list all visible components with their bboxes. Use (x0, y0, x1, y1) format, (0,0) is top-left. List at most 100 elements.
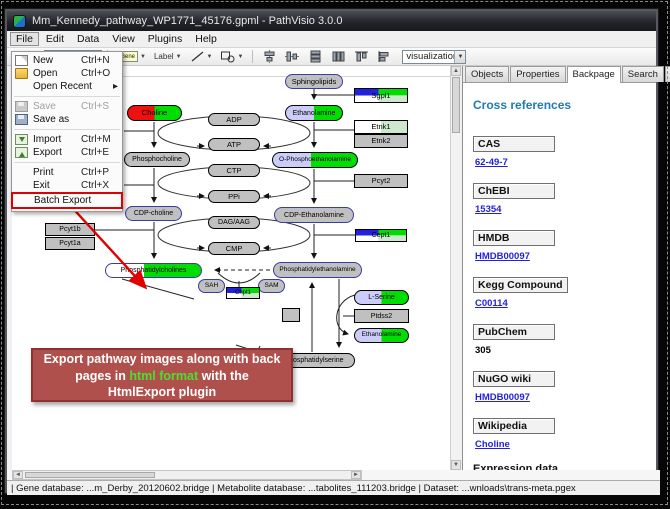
stack-horizontal-icon (331, 50, 346, 63)
crossref-section-chebi: ChEBI15354 (473, 181, 646, 215)
menubar-item-edit[interactable]: Edit (40, 32, 70, 46)
menu-item-exit[interactable]: ExitCtrl+X (12, 179, 122, 192)
node-pcyt2[interactable]: Pcyt2 (354, 174, 408, 188)
canvas-horizontal-scrollbar[interactable]: ◄ ► (12, 470, 362, 480)
node-etnk1[interactable]: Etnk1 (354, 120, 408, 134)
node-hidden-gene-box[interactable] (282, 308, 300, 322)
menu-bar: FileEditDataViewPluginsHelp (7, 31, 656, 48)
menubar-item-plugins[interactable]: Plugins (142, 32, 188, 46)
node-label: Pcyt1a (59, 240, 80, 247)
node-cmp[interactable]: CMP (208, 242, 260, 255)
scrollbar-thumb[interactable] (452, 77, 460, 133)
node-label: Pcyt1b (59, 226, 80, 233)
scroll-right-icon[interactable]: ► (351, 471, 361, 479)
screenshot-stage: Mm_Kennedy_pathway_WP1771_45176.gpml - P… (0, 0, 670, 509)
node-cdp-choline[interactable]: CDP-choline (125, 206, 182, 221)
align-top-button[interactable] (352, 48, 371, 65)
crossref-link[interactable]: 15354 (475, 204, 646, 215)
visualization-combobox[interactable]: visualization ▼ (402, 50, 466, 64)
menu-item-save-as[interactable]: Save as (12, 113, 122, 126)
node-pcyt1a[interactable]: Pcyt1a (45, 237, 95, 250)
menu-item-save[interactable]: SaveCtrl+S (12, 100, 122, 113)
crossref-link[interactable]: 62-49-7 (475, 157, 646, 168)
node-sam[interactable]: SAM (258, 279, 285, 293)
tab-objects[interactable]: Objects (465, 66, 509, 82)
tab-properties[interactable]: Properties (510, 66, 565, 82)
node-sah[interactable]: SAH (198, 279, 225, 293)
scroll-down-icon[interactable]: ▼ (451, 460, 461, 470)
stack-vertical-button[interactable] (306, 48, 325, 65)
node-cdp-ethanolamine[interactable]: CDP-Ethanolamine (274, 207, 354, 223)
menu-item-print[interactable]: PrintCtrl+P (12, 166, 122, 179)
menubar-item-data[interactable]: Data (71, 32, 105, 46)
crossref-section-pubchem: PubChem305 (473, 322, 646, 356)
scroll-up-icon[interactable]: ▲ (451, 66, 461, 76)
menu-item-export[interactable]: ExportCtrl+E (12, 146, 122, 159)
node-label: Etnk1 (371, 123, 390, 131)
status-bar: | Gene database: ...m_Derby_20120602.bri… (7, 480, 660, 495)
node-adp[interactable]: ADP (208, 113, 260, 126)
title-bar[interactable]: Mm_Kennedy_pathway_WP1771_45176.gpml - P… (7, 11, 656, 31)
crossref-link[interactable]: Choline (475, 439, 646, 450)
node-sgpl1[interactable]: Sgpl1 (354, 88, 408, 103)
menu-item-new[interactable]: NewCtrl+N (12, 54, 122, 67)
align-top-icon (354, 50, 369, 63)
menubar-item-file[interactable]: File (10, 32, 39, 46)
bottom-scroll-row: ◄ ► (7, 470, 660, 480)
align-left-button[interactable] (375, 48, 394, 65)
chevron-down-icon[interactable]: ▼ (140, 54, 146, 60)
menu-item-import[interactable]: ImportCtrl+M (12, 133, 122, 146)
chevron-down-icon[interactable]: ▼ (237, 54, 243, 60)
node-atp[interactable]: ATP (208, 138, 260, 151)
node-sphingolipids[interactable]: Sphingolipids (285, 74, 343, 89)
menubar-item-help[interactable]: Help (189, 32, 223, 46)
side-panel: ObjectsPropertiesBackpageSearchLegend Cr… (462, 66, 656, 470)
node-label: Ptdss2 (371, 313, 392, 320)
tab-backpage[interactable]: Backpage (567, 66, 621, 83)
stack-vertical-icon (308, 50, 323, 63)
stack-horizontal-button[interactable] (329, 48, 348, 65)
node-phosphatidylethanolamine[interactable]: Phosphatidylethanolamine (273, 262, 362, 278)
menu-item-batch-export[interactable]: Batch Export (13, 194, 121, 207)
shape-tool-button[interactable]: ▼ (218, 48, 245, 65)
chevron-down-icon[interactable]: ▼ (207, 54, 213, 60)
tab-search[interactable]: Search (622, 66, 664, 82)
node-label: Phosphatidylcholines (121, 267, 187, 274)
node-dag-aag[interactable]: DAG/AAG (208, 216, 260, 229)
node-etnk2[interactable]: Etnk2 (354, 134, 408, 148)
menu-icon-blank (16, 195, 29, 206)
chevron-down-icon[interactable]: ▼ (454, 51, 465, 63)
node-choline-top[interactable]: Choline (127, 105, 182, 121)
menubar-item-view[interactable]: View (106, 32, 141, 46)
file-menu-dropdown: NewCtrl+NOpenCtrl+OOpen Recent▸ SaveCtrl+… (11, 51, 123, 212)
align-center-y-button[interactable] (283, 48, 302, 65)
menu-item-open[interactable]: OpenCtrl+O (12, 67, 122, 80)
chevron-down-icon[interactable]: ▼ (176, 54, 182, 60)
node-phosphatidylcholines[interactable]: Phosphatidylcholines (105, 263, 202, 278)
node-ethanolamine-top[interactable]: Ethanolamine (285, 105, 343, 121)
node-o-phosphoethanolamine[interactable]: O-Phosphoethanolamine (272, 152, 358, 168)
node-ptdss2[interactable]: Ptdss2 (354, 309, 409, 323)
node-ppi[interactable]: PPi (208, 190, 260, 203)
node-chpt1[interactable]: Chpt1 (226, 287, 260, 299)
crossref-link[interactable]: HMDB00097 (475, 392, 646, 403)
node-pcyt1b[interactable]: Pcyt1b (45, 223, 95, 236)
align-center-x-button[interactable] (260, 48, 279, 65)
crossref-link[interactable]: C00114 (475, 298, 646, 309)
crossref-link[interactable]: HMDB00097 (475, 251, 646, 262)
tab-legend[interactable]: Legend (665, 66, 670, 82)
canvas-vertical-scrollbar[interactable]: ▲ ▼ (450, 66, 461, 470)
menu-item-open-recent[interactable]: Open Recent▸ (12, 80, 122, 93)
node-phosphocholine[interactable]: Phosphocholine (124, 152, 190, 167)
scrollbar-thumb[interactable] (25, 472, 155, 478)
node-cept1[interactable]: Cept1 (355, 229, 407, 242)
menu-item-label: New (33, 55, 81, 66)
node-ethanolamine-bottom[interactable]: Ethanolamine (354, 328, 409, 343)
node-ctp[interactable]: CTP (208, 164, 260, 177)
menu-separator (14, 96, 120, 97)
crossref-title: PubChem (473, 324, 555, 340)
scroll-left-icon[interactable]: ◄ (13, 471, 23, 479)
line-tool-button[interactable]: ▼ (188, 48, 215, 65)
node-l-serine[interactable]: L-Serine (354, 290, 409, 305)
label-tool-button[interactable]: Label▼ (152, 50, 184, 63)
